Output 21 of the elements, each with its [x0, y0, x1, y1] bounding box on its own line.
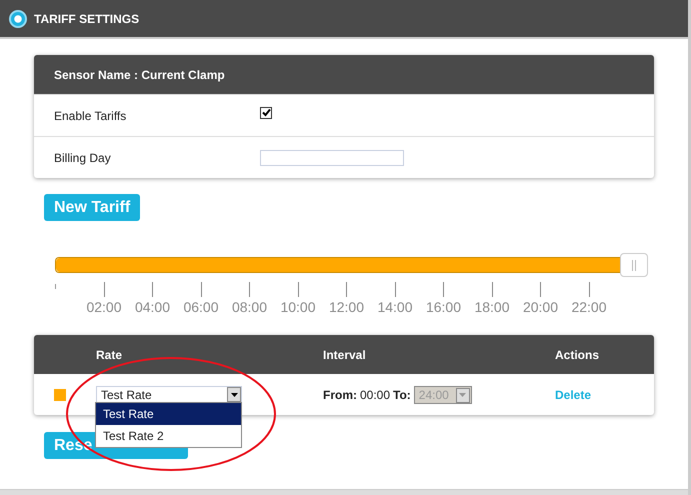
tick-label: 12:00	[328, 299, 364, 315]
tick-label: 06:00	[183, 299, 219, 315]
from-label: From:	[323, 388, 357, 402]
field-label: Billing Day	[53, 150, 112, 164]
tick-label: 22:00	[571, 299, 607, 315]
from-time: 00:00	[360, 388, 390, 402]
tick-label: 14:00	[377, 299, 413, 315]
tick-label: 02:00	[86, 299, 122, 315]
column-header: Actions	[555, 348, 600, 362]
column-header: Rate	[96, 348, 122, 362]
sensor-name: Sensor Name : Current Clamp	[54, 68, 225, 82]
tick-label: 04:00	[134, 299, 170, 315]
to-label: To:	[393, 388, 411, 402]
column-header: Interval	[323, 348, 366, 362]
tick-label: 08:00	[232, 299, 268, 315]
tick-label: 18:00	[474, 299, 510, 315]
tick-label: 10:00	[280, 299, 316, 315]
field-label: Enable Tariffs	[53, 108, 128, 122]
tick-label: 16:00	[426, 299, 462, 315]
page-title: TARIFF SETTINGS	[34, 12, 140, 26]
tick-label: 20:00	[522, 299, 558, 315]
